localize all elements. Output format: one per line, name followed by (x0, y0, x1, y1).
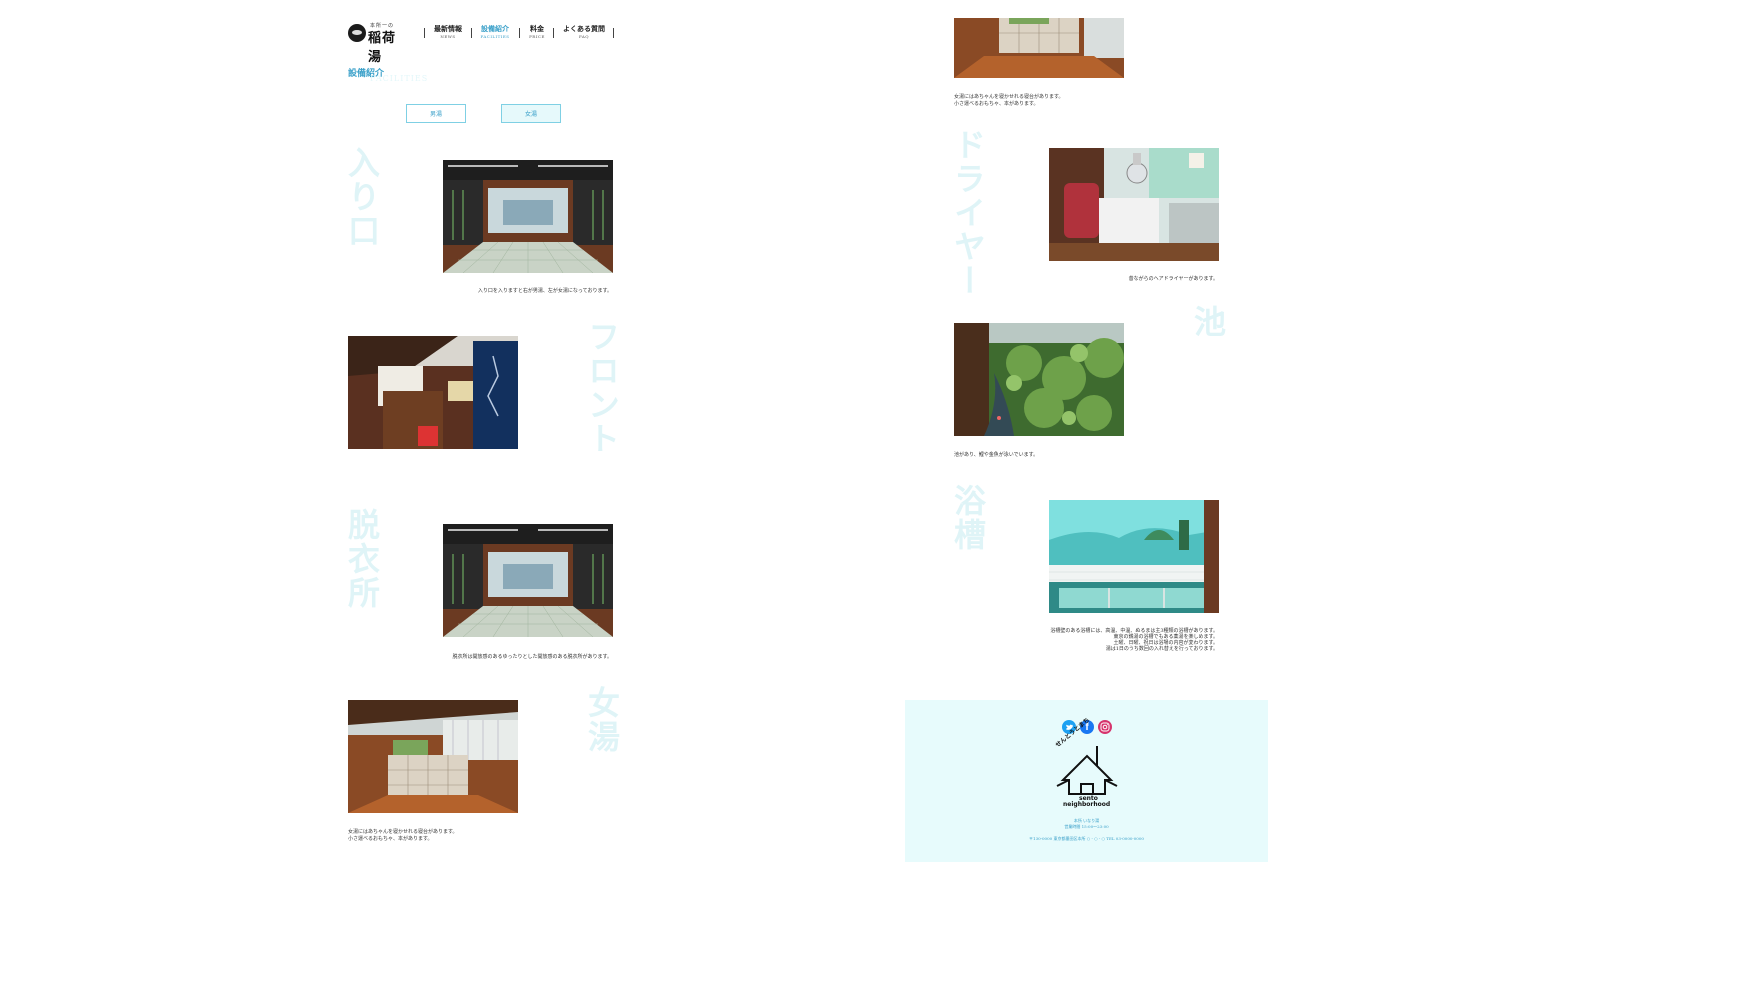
women-continued-image (954, 18, 1124, 78)
nav-separator (613, 28, 614, 38)
entrance-image (443, 160, 613, 273)
women-caption-line-1: 女湯にはあちゃんを寝かせれる寝台があります。 (348, 829, 458, 835)
women2-caption-line-2: 小さ運べるおもちゃ、本があります。 (954, 101, 1039, 107)
nav-separator (553, 28, 554, 38)
front-photo (348, 336, 518, 449)
bath-caption-line-4: 湯は1日のうち数回の入れ替えを行っております。 (1105, 646, 1218, 652)
nav-separator (424, 28, 425, 38)
women2-caption-line-1: 女湯にはあちゃんを寝かせれる寝台があります。 (954, 94, 1064, 100)
women-photo-continued (954, 18, 1124, 78)
bath-photo (1049, 500, 1219, 613)
footer-line-3: 〒130-0000 東京都墨田区本所 ○ - ○ - ○ TEL 03-0000… (1029, 836, 1144, 841)
nav-faq-label: よくある質問 (563, 24, 605, 33)
dressing-photo (443, 524, 613, 637)
site-logo[interactable]: 本所一の 稲荷湯 (348, 23, 408, 65)
nav-facilities[interactable]: 設備紹介 FACILITIES (478, 24, 512, 39)
sento-neighborhood-logo: せんとうとまち sento neighborhood (1051, 717, 1123, 810)
section-word-bath: 浴槽 (949, 484, 987, 552)
nav-separator (471, 28, 472, 38)
nav-price[interactable]: 料金 PRICE (526, 24, 548, 39)
nav-news[interactable]: 最新情報 NEWS (432, 24, 464, 39)
women-caption-line-2: 小さ運べるおもちゃ、本があります。 (348, 836, 433, 842)
nav-faq-en: FAQ (578, 34, 590, 39)
section-word-women: 女湯 (583, 686, 621, 754)
tab-men-bath[interactable]: 男湯 (406, 104, 466, 123)
dressing-caption: 脱衣所は開放感のあるゆったりとした開放感のある脱衣所があります。 (452, 654, 612, 660)
page-title-en: FACILITIES (370, 74, 429, 83)
footer-line-2: 営業時間 15:00〜23:00 (1064, 824, 1109, 829)
pond-photo (954, 323, 1124, 436)
bath-image (1049, 500, 1219, 613)
section-word-dressing: 脱衣所 (343, 508, 381, 610)
instagram-icon[interactable] (1098, 720, 1112, 734)
nav-price-en: PRICE (529, 34, 545, 39)
dryer-image (1049, 148, 1219, 261)
nav-faq[interactable]: よくある質問 FAQ (562, 24, 606, 39)
section-word-dryer: ドライヤー (949, 128, 987, 298)
logo-text: 稲荷湯 (368, 31, 397, 65)
pond-caption: 池があり、鯉や金魚が泳いでいます。 (954, 452, 1039, 458)
nav-news-en: NEWS (440, 34, 456, 39)
women-photo (348, 700, 518, 813)
dressing-image (443, 524, 613, 637)
tab-women-bath[interactable]: 女湯 (501, 104, 561, 123)
nav-price-label: 料金 (530, 24, 544, 33)
entrance-photo (443, 160, 613, 273)
nav-separator (519, 28, 520, 38)
dryer-caption: 昔ながらのヘアドライヤーがあります。 (1128, 276, 1218, 282)
front-image (348, 336, 518, 449)
nav-facilities-en: FACILITIES (480, 34, 510, 39)
logo-text-en2: neighborhood (1063, 801, 1111, 808)
logo-mark-icon (348, 24, 366, 42)
nav-facilities-label: 設備紹介 (481, 24, 509, 33)
section-word-entrance: 入り口 (343, 146, 381, 248)
nav-news-label: 最新情報 (434, 24, 462, 33)
section-word-pond: 池 (1189, 305, 1227, 339)
dryer-photo (1049, 148, 1219, 261)
pond-image (954, 323, 1124, 436)
section-word-front: フロント (583, 320, 621, 456)
entrance-caption: 入り口を入りますと右が男湯、左が女湯になっております。 (477, 288, 612, 294)
site-footer: f せんとうとまち sento neighborhood 本所 いなり湯 営業時… (905, 700, 1268, 862)
women-image (348, 700, 518, 813)
